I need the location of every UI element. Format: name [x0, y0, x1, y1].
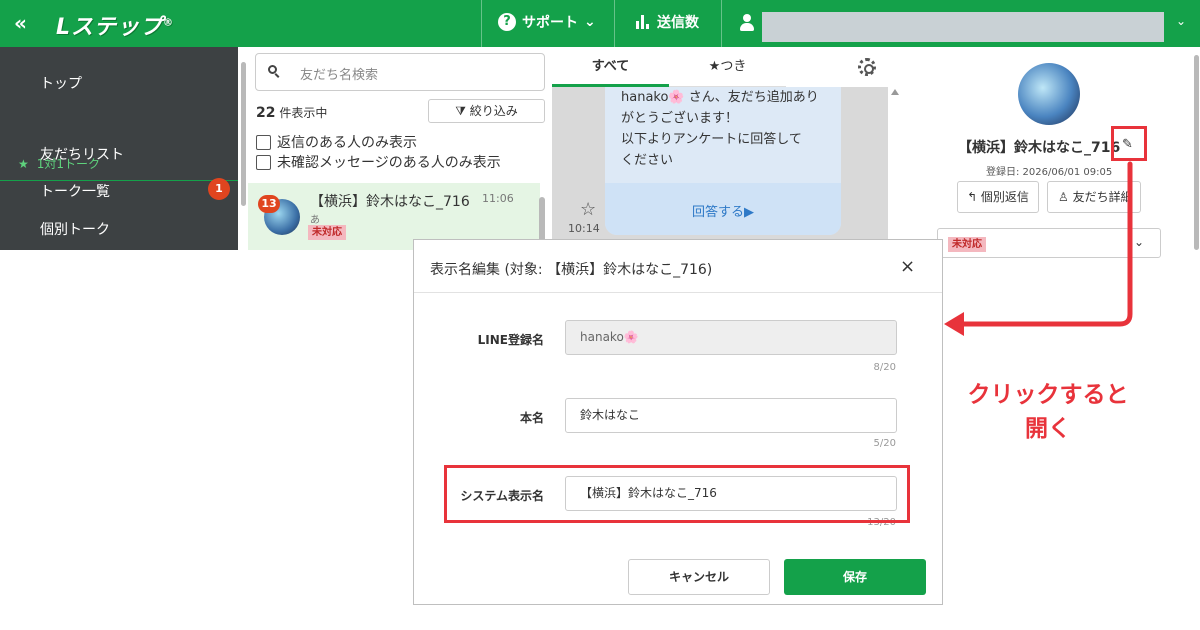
- cancel-button[interactable]: キャンセル: [628, 559, 770, 595]
- message-line: ください: [621, 153, 674, 168]
- friend-detail-button[interactable]: ♙ 友だち詳細: [1047, 181, 1141, 213]
- message-line: がとうございます！: [621, 111, 739, 126]
- search-placeholder: 友だち名検索: [300, 68, 379, 83]
- registration-date: 登録日: 2026/06/01 09:05: [986, 167, 1113, 178]
- tab-starred[interactable]: ★つき: [669, 47, 786, 87]
- header-divider: [721, 0, 722, 47]
- edit-icon-highlight: [1111, 126, 1147, 161]
- header-divider: [481, 0, 482, 47]
- edit-display-name-dialog: 表示名編集 (対象: 【横浜】鈴木はなこ_716) × LINE登録名 hana…: [413, 239, 943, 605]
- annotation-text: クリックすると 開く: [948, 378, 1148, 446]
- friend-last-time: 11:06: [482, 192, 514, 205]
- friend-last-message: あ: [310, 215, 320, 226]
- search-icon: [268, 65, 280, 78]
- header-divider: [614, 0, 615, 47]
- profile-panel: 【横浜】鈴木はなこ_716 ✎ 登録日: 2026/06/01 09:05 ↰ …: [902, 47, 1200, 258]
- line-name-field: hanako🌸: [565, 320, 897, 355]
- top-header: « Lステップ® ? サポート ⌄ 送信数 ⌄: [0, 0, 1200, 47]
- account-name-redacted[interactable]: [762, 12, 1164, 42]
- chat-panel: すべて ★つき hanako🌸 さん、友だち追加あり がとうございます！ 以下よ…: [552, 47, 902, 250]
- chevron-down-icon: ⌄: [584, 14, 596, 30]
- account-chevron-down-icon[interactable]: ⌄: [1176, 14, 1186, 28]
- user-icon: [740, 14, 754, 32]
- sidebar: トップ ★ 1対1トーク 友だちリスト トーク一覧 1 個別トーク: [0, 47, 238, 250]
- individual-reply-button[interactable]: ↰ 個別返信: [957, 181, 1039, 213]
- lstep-logo[interactable]: Lステップ®: [56, 9, 174, 41]
- status-badge: 未対応: [948, 237, 986, 252]
- dialog-divider: [414, 292, 942, 293]
- logo-mark: ®: [163, 17, 175, 29]
- reply-only-checkbox[interactable]: 返信のある人のみ表示: [256, 132, 417, 152]
- status-select[interactable]: 未対応 ⌄: [937, 228, 1161, 258]
- reply-only-label: 返信のある人のみ表示: [277, 135, 417, 151]
- star-icon: ★: [18, 156, 29, 171]
- unread-only-checkbox[interactable]: 未確認メッセージのある人のみ表示: [256, 152, 501, 172]
- profile-scrollbar[interactable]: [1194, 55, 1199, 250]
- line-name-label: LINE登録名: [477, 333, 544, 347]
- sidebar-item-individual-talk[interactable]: 個別トーク: [40, 219, 110, 239]
- sidebar-item-top[interactable]: トップ: [40, 73, 82, 93]
- result-count-number: 22: [256, 105, 276, 121]
- logo-text: Lステップ: [56, 15, 164, 40]
- filter-icon: ⧩: [455, 104, 466, 118]
- dialog-title: 表示名編集 (対象: 【横浜】鈴木はなこ_716): [430, 262, 713, 278]
- line-name-char-count: 8/20: [873, 362, 896, 373]
- filter-button[interactable]: ⧩ 絞り込み: [428, 99, 545, 123]
- arrow-head: [944, 312, 964, 336]
- status-badge: 未対応: [308, 225, 346, 240]
- chat-scroll-up-arrow[interactable]: [891, 89, 899, 95]
- star-message-icon[interactable]: ☆: [580, 199, 596, 220]
- answer-survey-button[interactable]: 回答する▶: [605, 201, 841, 220]
- chevron-down-icon: ⌄: [1134, 235, 1145, 249]
- save-button[interactable]: 保存: [784, 559, 926, 595]
- message-line: 以下よりアンケートに回答して: [621, 132, 802, 147]
- result-count: 22 件表示中: [256, 104, 327, 121]
- profile-display-name: 【横浜】鈴木はなこ_716: [958, 140, 1121, 156]
- profile-avatar: [1018, 63, 1080, 125]
- checkbox-box[interactable]: [256, 154, 271, 170]
- collapse-sidebar-button[interactable]: «: [14, 11, 27, 35]
- question-circle-icon: ?: [498, 13, 516, 31]
- unread-only-label: 未確認メッセージのある人のみ表示: [277, 155, 501, 171]
- send-count-label: 送信数: [657, 15, 699, 31]
- tab-all[interactable]: すべて: [552, 47, 669, 87]
- message-text: hanako🌸 さん、友だち追加あり がとうございます！ 以下よりアンケートに回…: [621, 87, 831, 171]
- message-line: hanako🌸 さん、友だち追加あり: [621, 90, 819, 105]
- filter-label: 絞り込み: [469, 104, 518, 118]
- friend-name: 【横浜】鈴木はなこ_716: [310, 194, 470, 210]
- bar-chart-icon: [636, 15, 649, 29]
- chat-messages: hanako🌸 さん、友だち追加あり がとうございます！ 以下よりアンケートに回…: [552, 87, 888, 250]
- result-count-suffix: 件表示中: [279, 106, 328, 120]
- checkbox-box[interactable]: [256, 134, 271, 150]
- real-name-char-count: 5/20: [873, 438, 896, 449]
- sidebar-item-talk-list[interactable]: トーク一覧: [40, 181, 110, 201]
- close-icon[interactable]: ×: [900, 256, 915, 277]
- message-bubble: hanako🌸 さん、友だち追加あり がとうございます！ 以下よりアンケートに回…: [605, 87, 841, 235]
- send-count-button[interactable]: 送信数: [636, 12, 699, 32]
- real-name-field[interactable]: 鈴木はなこ: [565, 398, 897, 433]
- sidebar-item-friend-list[interactable]: 友だちリスト: [40, 144, 124, 164]
- talk-list-count-badge: 1: [208, 178, 230, 200]
- screenshot-stage: « Lステップ® ? サポート ⌄ 送信数 ⌄ トップ ★ 1対1トーク 友だち…: [0, 0, 1200, 630]
- real-name-label: 本名: [519, 411, 544, 425]
- annotation-line: クリックすると: [967, 382, 1129, 408]
- friend-search-input[interactable]: 友だち名検索: [255, 53, 545, 91]
- system-name-highlight: [444, 465, 910, 523]
- support-menu[interactable]: ? サポート ⌄: [498, 12, 596, 32]
- friend-list-panel: 友だち名検索 22 件表示中 ⧩ 絞り込み 返信のある人のみ表示 未確認メッセー…: [248, 47, 552, 250]
- annotation-line: 開く: [1025, 416, 1071, 442]
- unread-count-badge: 13: [258, 195, 280, 213]
- gear-icon[interactable]: [858, 58, 876, 76]
- support-label: サポート: [522, 15, 578, 31]
- sidebar-scrollbar[interactable]: [241, 62, 246, 206]
- sidebar-divider: [0, 180, 238, 181]
- message-time: 10:14: [568, 222, 600, 235]
